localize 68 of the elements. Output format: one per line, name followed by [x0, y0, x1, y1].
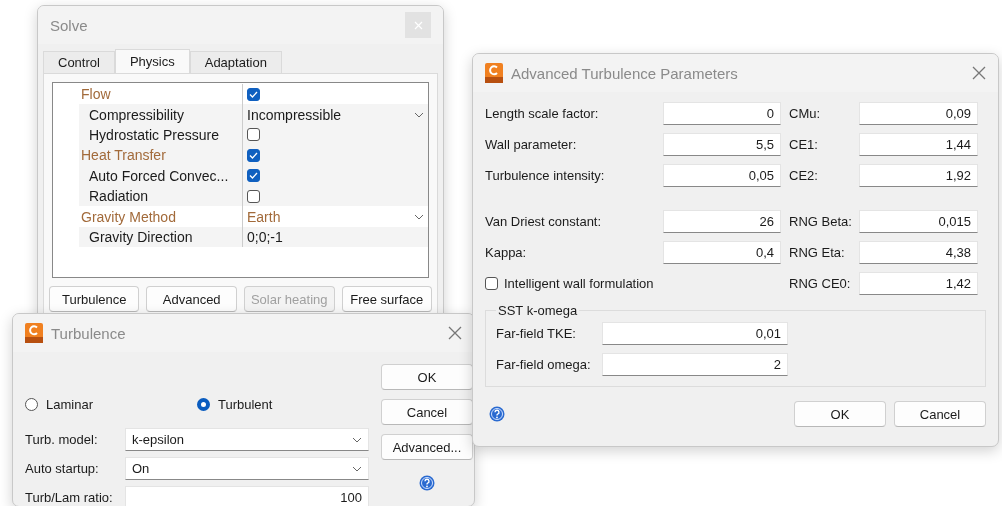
field-label: Kappa: — [485, 245, 528, 260]
button[interactable]: OK — [794, 401, 886, 427]
input-field[interactable]: 2 — [602, 353, 788, 376]
close-icon[interactable] — [972, 66, 986, 80]
field-label: RNG Eta: — [788, 245, 846, 260]
radio-option[interactable]: Turbulent — [197, 396, 369, 412]
checkbox[interactable] — [247, 128, 260, 142]
property-value[interactable]: 0;0;-1 — [247, 228, 283, 245]
chevron-down-icon — [414, 111, 424, 118]
checkbox-option[interactable]: Intelligent wall formulation — [485, 276, 781, 291]
button[interactable]: Free surface — [341, 286, 432, 312]
button[interactable]: Cancel — [381, 399, 473, 425]
input-field[interactable]: 4,38 — [859, 241, 978, 264]
checkbox[interactable] — [247, 189, 260, 203]
close-icon — [413, 20, 423, 30]
field-label: Turbulence intensity: — [485, 168, 606, 183]
input-field[interactable]: 100 — [125, 486, 369, 506]
input-field[interactable]: 26 — [663, 210, 781, 233]
field-label: Far-field omega: — [496, 357, 592, 372]
input-field[interactable]: 0,4 — [663, 241, 781, 264]
close-icon[interactable] — [448, 326, 462, 340]
field-label: Auto startup: — [25, 461, 100, 476]
input-field[interactable]: 1,42 — [859, 272, 978, 295]
chevron-down-icon — [414, 213, 424, 220]
radio-option[interactable]: Laminar — [25, 396, 197, 412]
chevron-down-icon — [352, 465, 362, 472]
field-label: CE2: — [788, 168, 819, 183]
app-logo-icon — [485, 63, 503, 83]
button[interactable]: Cancel — [894, 401, 986, 427]
button[interactable]: OK — [381, 364, 473, 390]
field-label: Far-field TKE: — [496, 326, 577, 341]
window-title: Advanced Turbulence Parameters — [511, 64, 739, 82]
group-title: SST k-omega — [497, 303, 579, 318]
tab[interactable]: Control — [43, 51, 115, 73]
tab[interactable]: Physics — [114, 49, 190, 73]
button[interactable]: Advanced... — [381, 434, 473, 460]
checkbox[interactable] — [247, 169, 260, 183]
input-field[interactable]: 5,5 — [663, 133, 781, 156]
dropdown[interactable]: k-epsilon — [125, 428, 369, 451]
input-field[interactable]: 0,015 — [859, 210, 978, 233]
checkbox[interactable] — [247, 87, 260, 101]
field-label: CE1: — [788, 137, 819, 152]
input-field[interactable]: 1,92 — [859, 164, 978, 187]
checkbox[interactable] — [247, 148, 260, 162]
input-field[interactable]: 1,44 — [859, 133, 978, 156]
window-title: Turbulence — [51, 324, 127, 342]
tab[interactable]: Adaptation — [189, 51, 282, 73]
dropdown[interactable]: On — [125, 457, 369, 480]
field-label: Turb. model: — [25, 432, 99, 447]
field-label: Van Driest constant: — [485, 214, 603, 229]
window-title: Solve — [50, 16, 89, 34]
field-label: CMu: — [788, 106, 822, 121]
button[interactable]: Advanced — [146, 286, 237, 312]
field-label: RNG Beta: — [788, 214, 853, 229]
field-label: Wall parameter: — [485, 137, 578, 152]
input-field[interactable]: 0,01 — [602, 322, 788, 345]
input-field[interactable]: 0,09 — [859, 102, 978, 125]
input-field[interactable]: 0,05 — [663, 164, 781, 187]
help-icon[interactable] — [489, 406, 505, 422]
dropdown[interactable]: Earth — [247, 206, 424, 227]
field-label: Turb/Lam ratio: — [25, 490, 114, 505]
input-field[interactable]: 0 — [663, 102, 781, 125]
help-icon[interactable] — [419, 475, 435, 491]
button[interactable]: Turbulence — [49, 286, 140, 312]
field-label: RNG CE0: — [788, 276, 852, 291]
app-logo-icon — [25, 323, 43, 343]
field-label: Length scale factor: — [485, 106, 600, 121]
chevron-down-icon — [352, 436, 362, 443]
